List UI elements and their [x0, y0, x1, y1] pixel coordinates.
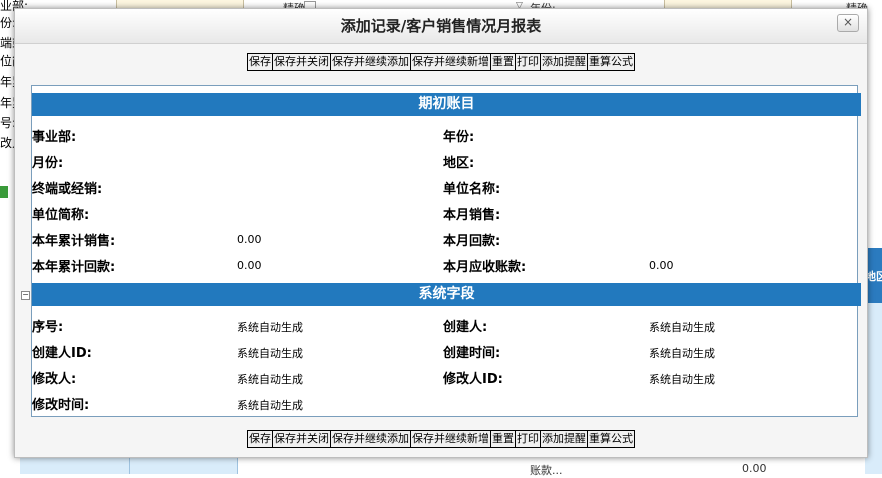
field-label: 月份: [32, 156, 64, 171]
toolbar-bottom: 保存 保存并关闭 保存并继续添加 保存并继续新增 重置 打印 添加提醒 重算公式 [15, 430, 867, 448]
field-label: 本年累计回款: [32, 260, 116, 275]
field-label: 序号: [32, 320, 64, 335]
bg-cell-label: 账款... [530, 464, 563, 477]
field-value: 系统自动生成 [649, 321, 715, 334]
print-button[interactable]: 打印 [516, 53, 541, 71]
save-and-close-button[interactable]: 保存并关闭 [273, 430, 331, 448]
save-and-continue-add-button[interactable]: 保存并继续添加 [331, 430, 411, 448]
field-value: 系统自动生成 [237, 399, 303, 412]
field-label: 单位简称: [32, 208, 90, 223]
recalculate-button[interactable]: 重算公式 [588, 430, 635, 448]
reset-button[interactable]: 重置 [491, 430, 516, 448]
field-label: 单位名称: [443, 182, 501, 197]
add-reminder-button[interactable]: 添加提醒 [541, 53, 588, 71]
field-value: 0.00 [649, 259, 674, 272]
field-label: 修改时间: [32, 398, 90, 413]
save-button[interactable]: 保存 [247, 430, 273, 448]
save-button[interactable]: 保存 [247, 53, 273, 71]
section-opening-header: 期初账目 [32, 93, 861, 116]
field-label: 创建时间: [443, 346, 501, 361]
close-icon[interactable]: × [837, 14, 859, 32]
field-label: 本月应收账款: [443, 260, 527, 275]
toolbar-top: 保存 保存并关闭 保存并继续添加 保存并继续新增 重置 打印 添加提醒 重算公式 [15, 53, 867, 71]
section-system-header: 系统字段 [32, 283, 861, 306]
recalculate-button[interactable]: 重算公式 [588, 53, 635, 71]
field-label: 创建人ID: [32, 346, 92, 361]
export-icon[interactable] [0, 186, 8, 198]
save-and-continue-add-button[interactable]: 保存并继续添加 [331, 53, 411, 71]
field-value: 0.00 [237, 233, 262, 246]
field-value: 系统自动生成 [649, 373, 715, 386]
field-value: 系统自动生成 [237, 373, 303, 386]
field-value: 系统自动生成 [649, 347, 715, 360]
field-label: 创建人: [443, 320, 488, 335]
field-label: 本月销售: [443, 208, 501, 223]
dialog-title: 添加记录/客户销售情况月报表 [15, 9, 867, 44]
collapse-toggle-icon[interactable]: − [21, 291, 30, 300]
reset-button[interactable]: 重置 [491, 53, 516, 71]
field-label: 修改人: [32, 372, 77, 387]
save-and-continue-new-button[interactable]: 保存并继续新增 [411, 430, 491, 448]
field-value: 0.00 [237, 259, 262, 272]
field-label: 终端或经销: [32, 182, 103, 197]
field-value: 系统自动生成 [237, 347, 303, 360]
field-label: 修改人ID: [443, 372, 503, 387]
bg-cell-value: 0.00 [742, 462, 767, 475]
field-label: 年份: [443, 130, 475, 145]
print-button[interactable]: 打印 [516, 430, 541, 448]
field-label: 地区: [443, 156, 475, 171]
form-panel: 期初账目 事业部: 年份: 月份: 地区: 终端或经销: 单位名称: 单位简称:… [21, 85, 861, 417]
add-reminder-button[interactable]: 添加提醒 [541, 430, 588, 448]
field-label: 事业部: [32, 130, 77, 145]
field-label: 本年累计销售: [32, 234, 116, 249]
add-record-dialog: 添加记录/客户销售情况月报表 × 保存 保存并关闭 保存并继续添加 保存并继续新增 重置… [14, 8, 868, 458]
save-and-close-button[interactable]: 保存并关闭 [273, 53, 331, 71]
field-label: 本月回款: [443, 234, 501, 249]
save-and-continue-new-button[interactable]: 保存并继续新增 [411, 53, 491, 71]
field-value: 系统自动生成 [237, 321, 303, 334]
